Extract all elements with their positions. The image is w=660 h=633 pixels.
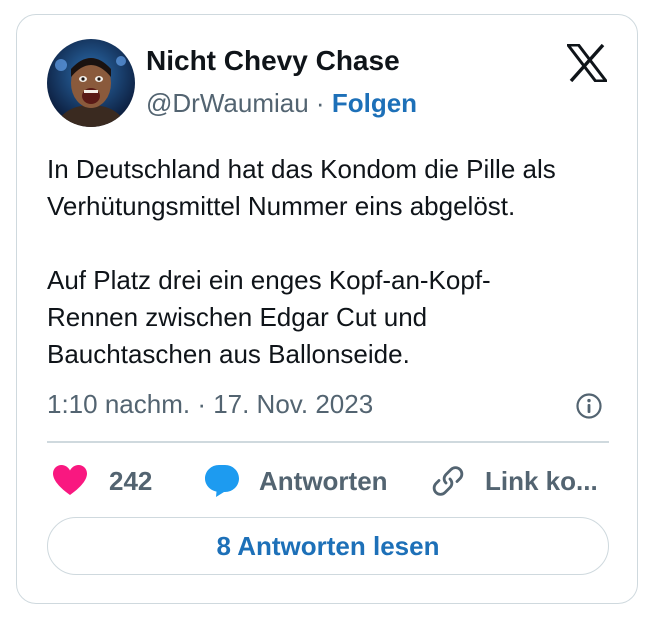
divider (47, 441, 609, 443)
x-logo-icon[interactable] (567, 44, 607, 82)
tweet-timestamp[interactable]: 1:10 nachm. · 17. Nov. 2023 (47, 389, 373, 420)
tweet-paragraph: In Deutschland hat das Kondom die Pille … (47, 154, 556, 221)
like-count: 242 (109, 465, 153, 496)
separator-dot: · (315, 88, 325, 118)
speech-bubble-icon (205, 465, 239, 497)
avatar-image (47, 39, 135, 127)
follow-link[interactable]: Folgen (332, 88, 417, 118)
tweet-text: In Deutschland hat das Kondom die Pille … (47, 151, 617, 373)
tweet-embed-card: Nicht Chevy Chase @DrWaumiau · Folgen In… (16, 14, 638, 604)
read-replies-button[interactable]: 8 Antworten lesen (47, 517, 609, 575)
reply-button[interactable]: Antworten (205, 461, 388, 501)
info-icon[interactable] (575, 392, 603, 420)
author-handle[interactable]: @DrWaumiau (146, 88, 309, 118)
tweet-paragraph: Auf Platz drei ein enges Kopf-an-Kopf- R… (47, 265, 491, 369)
copy-link-label: Link ko... (485, 465, 598, 496)
like-button[interactable]: 242 (53, 461, 152, 501)
author-name[interactable]: Nicht Chevy Chase (146, 45, 400, 77)
reply-label: Antworten (259, 465, 388, 496)
avatar[interactable] (47, 39, 135, 127)
link-icon (432, 466, 464, 496)
heart-icon (53, 465, 87, 495)
author-handle-row: @DrWaumiau · Folgen (146, 88, 417, 119)
copy-link-button[interactable]: Link ko... (431, 461, 598, 501)
